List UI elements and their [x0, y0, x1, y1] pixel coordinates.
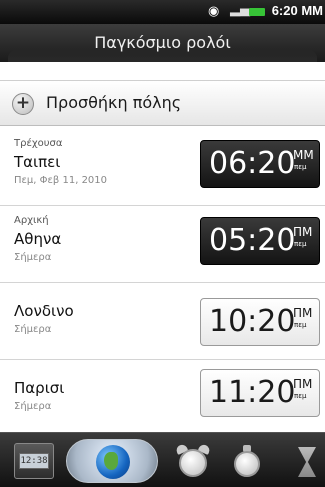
city-time-display: 10:20 ΠΜ πεμ — [200, 298, 320, 346]
alarm-clock-icon — [179, 449, 207, 477]
city-time: 11:20 — [209, 375, 296, 410]
city-ampm-sub: πεμ — [294, 240, 307, 248]
add-city-button[interactable]: + Προσθήκη πόλης — [0, 80, 325, 126]
city-row-taipei[interactable]: Τρέχουσα Ταιπει Πεμ, Φεβ 11, 2010 06:20 … — [0, 130, 325, 206]
city-date: Σήμερα — [14, 401, 52, 412]
bottom-tab-bar: 12:38 — [0, 432, 325, 487]
city-name: Ταιπει — [14, 153, 61, 171]
city-time: 06:20 — [209, 146, 296, 181]
city-row-athens[interactable]: Αρχική Αθηνα Σήμερα 05:20 ΠΜ πεμ — [0, 207, 325, 283]
city-ampm: ΠΜ — [293, 225, 313, 239]
wifi-icon: ◉ — [208, 4, 220, 19]
world-clock-list: + Προσθήκη πόλης Τρέχουσα Ταιπει Πεμ, Φε… — [0, 62, 325, 432]
city-name: Αθηνα — [14, 230, 62, 248]
city-time: 10:20 — [209, 304, 296, 339]
city-ampm-sub: πεμ — [294, 321, 307, 329]
tab-timer[interactable] — [288, 445, 318, 479]
globe-land — [104, 452, 118, 470]
add-city-label: Προσθήκη πόλης — [46, 93, 182, 112]
city-ampm: ΠΜ — [293, 377, 313, 391]
city-date: Πεμ, Φεβ 11, 2010 — [14, 175, 108, 186]
status-bar: ◉ ▂▄ 6:20 MM — [0, 0, 325, 24]
stopwatch-icon — [234, 451, 260, 477]
page-title: Παγκόσμιο ρολόι — [0, 24, 325, 62]
city-row-london[interactable]: Λονδινο Σήμερα 10:20 ΠΜ πεμ — [0, 284, 325, 360]
city-sublabel: Αρχική — [14, 215, 49, 226]
tab-stopwatch[interactable] — [232, 445, 262, 479]
city-date: Σήμερα — [14, 324, 52, 335]
city-time: 05:20 — [209, 223, 296, 258]
status-time: 6:20 MM — [271, 3, 323, 18]
battery-icon — [249, 8, 265, 16]
city-row-paris[interactable]: Παρισι Σήμερα 11:20 ΠΜ πεμ — [0, 361, 325, 432]
hourglass-timer-icon — [298, 447, 316, 477]
city-sublabel: Τρέχουσα — [14, 138, 63, 149]
city-time-display: 05:20 ΠΜ πεμ — [200, 217, 320, 265]
city-name: Παρισι — [14, 379, 65, 397]
city-ampm-sub: πεμ — [294, 163, 307, 171]
city-ampm: ΠΜ — [293, 306, 313, 320]
tab-world-clock[interactable] — [66, 439, 158, 483]
city-date: Σήμερα — [14, 252, 52, 263]
tab-desk-clock[interactable]: 12:38 — [14, 443, 54, 479]
tab-alarms[interactable] — [174, 443, 212, 479]
city-time-display: 06:20 MM πεμ — [200, 140, 320, 188]
city-time-display: 11:20 ΠΜ πεμ — [200, 369, 320, 417]
desk-clock-icon: 12:38 — [19, 453, 49, 469]
city-ampm: MM — [293, 148, 314, 162]
city-ampm-sub: πεμ — [294, 392, 307, 400]
signal-icon: ▂▄ — [230, 2, 250, 17]
plus-icon: + — [12, 93, 34, 115]
city-name: Λονδινο — [14, 302, 74, 320]
